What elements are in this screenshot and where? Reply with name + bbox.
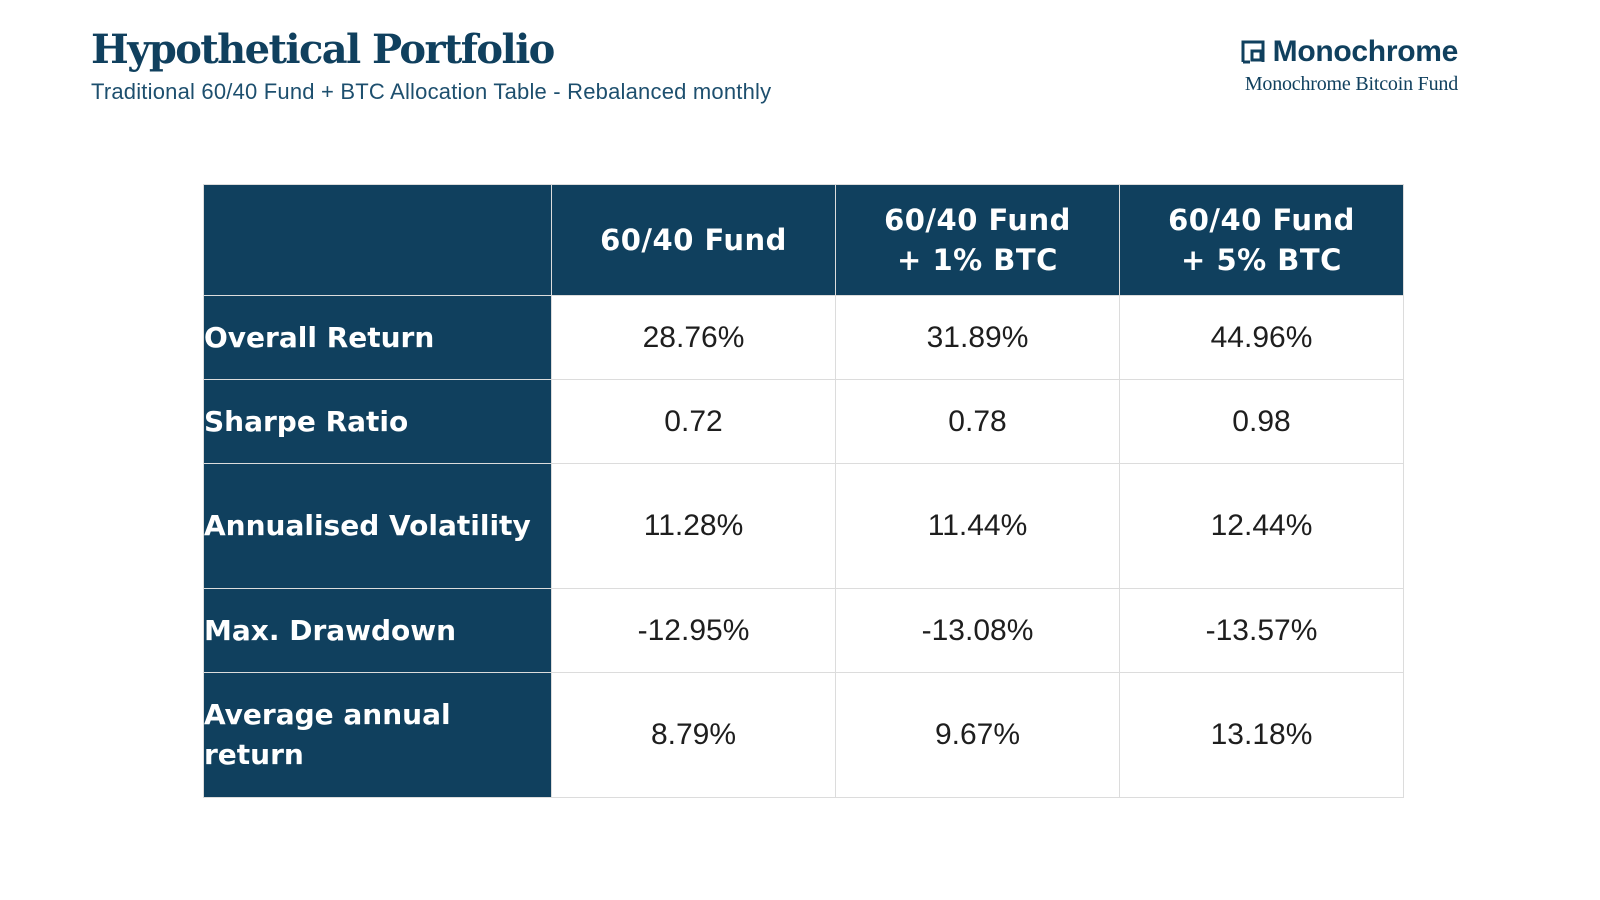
column-header-label: 60/40 Fund — [600, 223, 787, 257]
page-subtitle: Traditional 60/40 Fund + BTC Allocation … — [91, 79, 772, 104]
column-header-label: 60/40 Fund + 1% BTC — [884, 203, 1071, 277]
table-cell: 44.96% — [1119, 295, 1404, 380]
table-cell: 11.44% — [835, 463, 1120, 589]
table-row: Max. Drawdown -12.95% -13.08% -13.57% — [203, 588, 1404, 673]
brand-name: Monochrome — [1272, 35, 1459, 68]
column-header: 60/40 Fund + 5% BTC — [1119, 184, 1404, 296]
table-row: Average annual return 8.79% 9.67% 13.18% — [203, 672, 1404, 798]
brand-block: Monochrome Monochrome Bitcoin Fund — [1241, 34, 1458, 96]
column-header-label: 60/40 Fund + 5% BTC — [1168, 203, 1355, 277]
allocation-table: 60/40 Fund 60/40 Fund + 1% BTC 60/40 Fun… — [203, 184, 1404, 798]
brand-logo: Monochrome — [1241, 34, 1458, 70]
table-cell: 11.28% — [551, 463, 836, 589]
table-corner-cell — [203, 184, 552, 296]
table-header-row: 60/40 Fund 60/40 Fund + 1% BTC 60/40 Fun… — [203, 184, 1404, 296]
table-cell: 31.89% — [835, 295, 1120, 380]
table-row: Annualised Volatility 11.28% 11.44% 12.4… — [203, 463, 1404, 589]
table-cell: -13.57% — [1119, 588, 1404, 673]
table-cell: 12.44% — [1119, 463, 1404, 589]
page-title: Hypothetical Portfolio — [91, 26, 555, 73]
table-row: Overall Return 28.76% 31.89% 44.96% — [203, 295, 1404, 380]
brand-fund-name: Monochrome Bitcoin Fund — [1244, 73, 1458, 95]
table-cell: 0.72 — [551, 379, 836, 464]
table-cell: 9.67% — [835, 672, 1120, 798]
row-label: Annualised Volatility — [203, 463, 552, 589]
row-label: Overall Return — [203, 295, 552, 380]
column-header: 60/40 Fund — [551, 184, 836, 296]
table-cell: 13.18% — [1119, 672, 1404, 798]
row-label: Sharpe Ratio — [203, 379, 552, 464]
table-cell: 8.79% — [551, 672, 836, 798]
monochrome-logo-icon — [1241, 40, 1265, 64]
column-header: 60/40 Fund + 1% BTC — [835, 184, 1120, 296]
table-cell: 0.78 — [835, 379, 1120, 464]
table-cell: 0.98 — [1119, 379, 1404, 464]
row-label: Max. Drawdown — [203, 588, 552, 673]
table-cell: 28.76% — [551, 295, 836, 380]
table-row: Sharpe Ratio 0.72 0.78 0.98 — [203, 379, 1404, 464]
row-label: Average annual return — [203, 672, 552, 798]
table-cell: -13.08% — [835, 588, 1120, 673]
table-cell: -12.95% — [551, 588, 836, 673]
